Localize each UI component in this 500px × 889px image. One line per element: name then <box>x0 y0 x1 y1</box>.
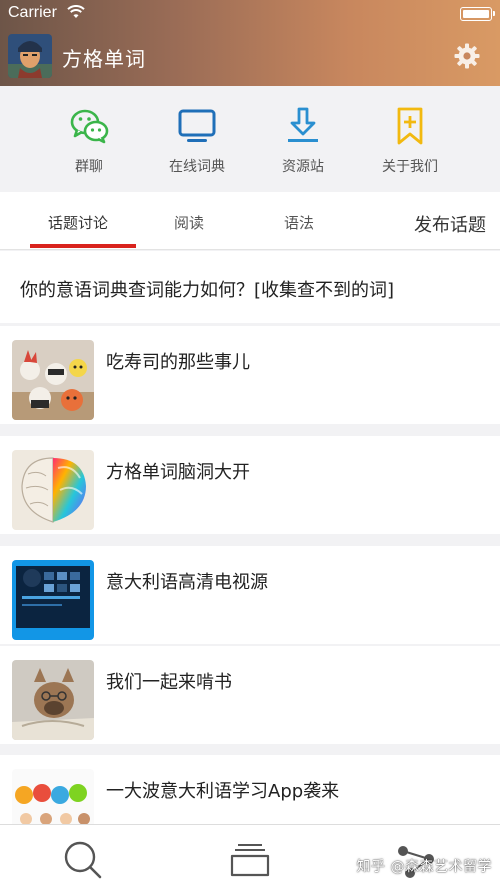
tv-screen-image <box>12 560 94 640</box>
download-icon <box>288 107 318 142</box>
banner-text: 你的意语词典查词能力如何？[收集查不到的词] <box>20 280 395 301</box>
avatar[interactable] <box>8 34 52 78</box>
list-item-title: 吃寿司的那些事儿 <box>106 352 250 373</box>
active-tab-indicator <box>30 244 136 248</box>
quick-action-label: 关于我们 <box>382 159 438 175</box>
list-item-title: 意大利语高清电视源 <box>106 572 268 593</box>
list-item-title: 我们一起来啃书 <box>106 672 232 693</box>
battery-icon <box>460 7 495 21</box>
quick-action-label: 资源站 <box>282 159 324 175</box>
quick-action-resources[interactable]: 资源站 <box>253 106 353 176</box>
app-header: Carrier 方格单词 <box>0 0 500 86</box>
carrier-label: Carrier <box>8 4 57 21</box>
tab-reading[interactable]: 阅读 <box>174 212 204 233</box>
status-bar: Carrier <box>0 0 500 26</box>
list-item[interactable]: 我们一起来啃书 <box>0 646 500 744</box>
list-item-title: 一大波意大利语学习App袭来 <box>106 781 340 802</box>
list-item[interactable]: 方格单词脑洞大开 <box>0 436 500 534</box>
gear-icon[interactable] <box>454 43 480 69</box>
bookmark-plus-icon <box>397 107 423 145</box>
dog-reading-image <box>12 660 94 740</box>
archive-icon[interactable] <box>228 837 272 881</box>
sushi-image <box>12 340 94 420</box>
list-item[interactable]: 吃寿司的那些事儿 <box>0 326 500 424</box>
tab-grammar[interactable]: 语法 <box>284 212 314 233</box>
monitor-icon <box>178 109 216 142</box>
list-item[interactable]: 意大利语高清电视源 <box>0 546 500 644</box>
wechat-icon <box>70 109 109 144</box>
wifi-icon <box>67 5 85 18</box>
quick-action-label: 群聊 <box>75 159 103 175</box>
quick-action-about-us[interactable]: 关于我们 <box>360 106 460 176</box>
brain-image <box>12 450 94 530</box>
quick-action-group-chat[interactable]: 群聊 <box>39 106 139 176</box>
watermark: 知乎 @森森艺术留学 <box>356 859 492 875</box>
publish-topic-button[interactable]: 发布话题 <box>414 211 486 237</box>
featured-topic-banner[interactable]: 你的意语词典查词能力如何？[收集查不到的词] <box>0 251 500 323</box>
tab-topic-discussion[interactable]: 话题讨论 <box>48 212 108 233</box>
tab-bar: 话题讨论 阅读 语法 发布话题 <box>0 192 500 250</box>
search-icon[interactable] <box>60 837 104 881</box>
quick-action-label: 在线词典 <box>169 159 225 175</box>
quick-action-online-dictionary[interactable]: 在线词典 <box>147 106 247 176</box>
page-title: 方格单词 <box>62 47 146 71</box>
quick-actions-bar: 群聊 在线词典 资源站 关于我们 <box>0 86 500 192</box>
list-item-title: 方格单词脑洞大开 <box>106 462 250 483</box>
